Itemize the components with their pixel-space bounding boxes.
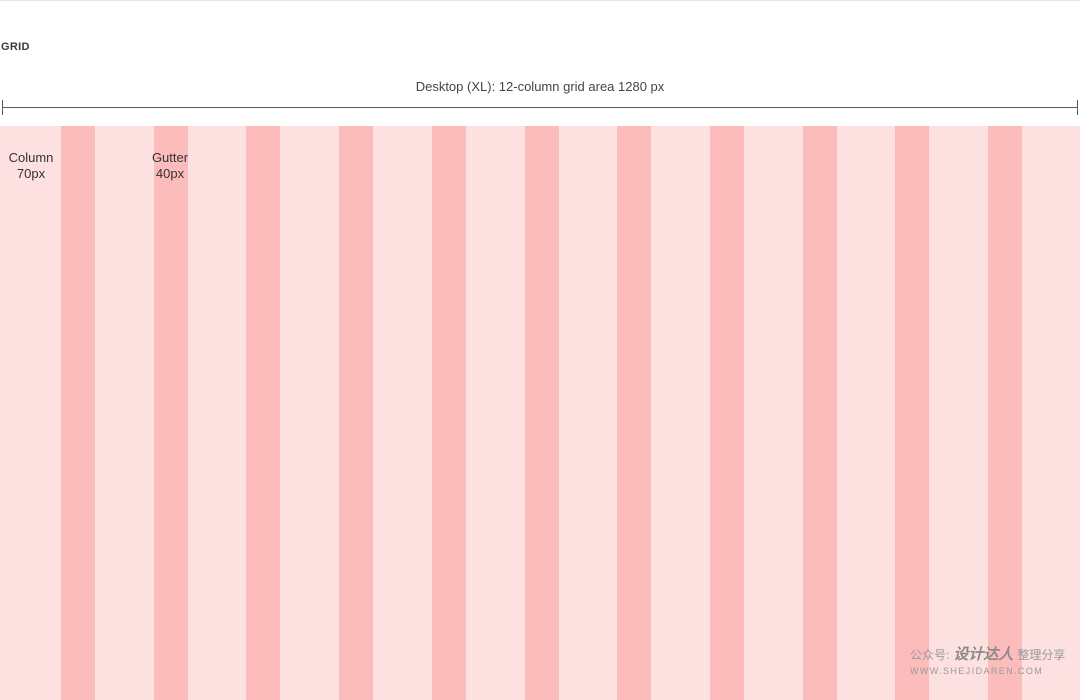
gutter-stripe xyxy=(525,126,559,700)
gutter-stripe xyxy=(246,126,280,700)
gutter-stripe xyxy=(154,126,188,700)
watermark-suffix: 整理分享 xyxy=(1017,648,1066,662)
gutter-stripe xyxy=(988,126,1022,700)
column-note: Column 70px xyxy=(2,150,60,182)
gutter-note: Gutter 40px xyxy=(141,150,199,182)
column-note-title: Column xyxy=(8,150,54,165)
watermark-url: WWW.SHEJIDAREN.COM xyxy=(910,666,1044,676)
gutter-stripe xyxy=(432,126,466,700)
top-divider xyxy=(0,0,1080,1)
measure-line xyxy=(2,107,1078,108)
section-heading: GRID xyxy=(1,41,30,53)
grid-spec-page: GRID Desktop (XL): 12-column grid area 1… xyxy=(0,0,1080,700)
watermark-main: 公众号: 设计达人 整理分享 xyxy=(910,646,1066,663)
gutter-stripe xyxy=(803,126,837,700)
gutter-stripe xyxy=(710,126,744,700)
watermark-brand: 设计达人 xyxy=(953,646,1014,663)
gutter-stripe xyxy=(895,126,929,700)
gutter-note-title: Gutter xyxy=(151,150,189,165)
grid-width-label: Desktop (XL): 12-column grid area 1280 p… xyxy=(415,79,665,94)
gutter-stripe xyxy=(617,126,651,700)
gutter-note-value: 40px xyxy=(155,166,185,181)
measure-right-tick xyxy=(1077,100,1078,115)
gutter-stripe xyxy=(61,126,95,700)
grid-area: Column 70px Gutter 40px xyxy=(0,126,1080,700)
column-note-value: 70px xyxy=(16,166,46,181)
gutter-stripe xyxy=(339,126,373,700)
watermark: 公众号: 设计达人 整理分享 WWW.SHEJIDAREN.COM xyxy=(910,646,1066,678)
watermark-prefix: 公众号: xyxy=(910,648,950,662)
